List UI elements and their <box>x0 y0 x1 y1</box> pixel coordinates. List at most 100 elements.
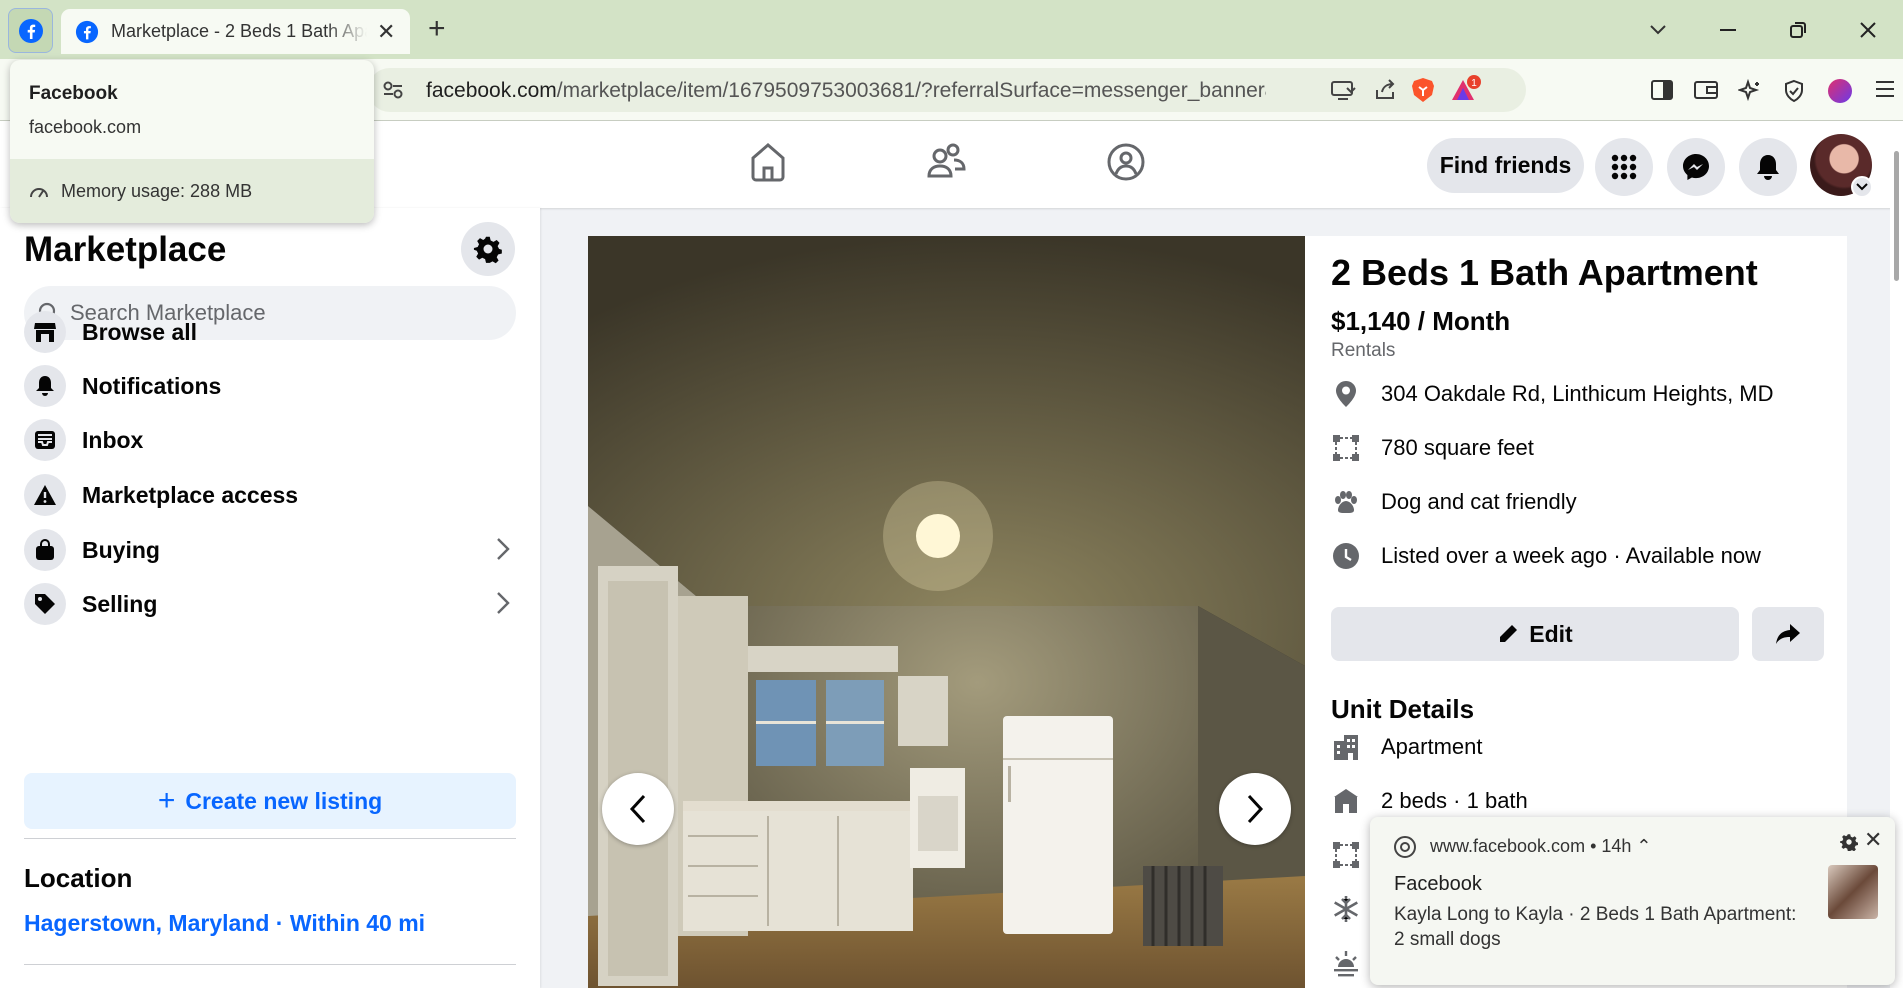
vpn-shield-icon[interactable] <box>1782 79 1806 103</box>
unit-size-row <box>1331 840 1361 870</box>
gear-icon[interactable] <box>1840 833 1858 851</box>
facebook-icon <box>75 20 99 43</box>
wallet-icon[interactable] <box>1693 79 1719 101</box>
unit-details-heading: Unit Details <box>1331 694 1475 724</box>
tab-search-icon[interactable] <box>1623 24 1693 36</box>
store-icon <box>34 323 56 342</box>
site-settings-icon[interactable] <box>382 80 404 100</box>
browser-tab-strip: Marketplace - 2 Beds 1 Bath Apartment ✕ … <box>0 0 1903 59</box>
sidebar-icon[interactable] <box>1650 79 1674 101</box>
menu-icon[interactable] <box>1874 79 1896 99</box>
sunrise-icon <box>1334 951 1358 977</box>
hover-card-domain: facebook.com <box>29 117 142 137</box>
account-menu-button[interactable] <box>1851 176 1873 198</box>
pets-row: Dog and cat friendly <box>1331 487 1577 517</box>
bell-icon <box>1757 155 1779 180</box>
gear-icon <box>473 236 502 264</box>
active-tab[interactable]: Marketplace - 2 Beds 1 Bath Apartment ✕ <box>61 9 410 54</box>
sidebar-item-browse-all[interactable]: Browse all <box>24 305 516 359</box>
memory-usage: Memory usage: 288 MB <box>10 159 374 223</box>
snowflake-icon <box>1334 896 1358 922</box>
scroll-thumb[interactable] <box>1894 151 1899 281</box>
sidebar-item-inbox[interactable]: Inbox <box>24 413 516 467</box>
chevron-left-icon <box>629 794 646 824</box>
window-controls <box>1623 10 1903 50</box>
sidebar-item-label: Buying <box>82 536 160 563</box>
bag-icon <box>36 539 54 560</box>
tab-title: Marketplace - 2 Beds 1 Bath Apartment <box>111 21 367 41</box>
chrome-icon <box>1394 836 1416 858</box>
facebook-icon <box>18 18 43 43</box>
sidebar-item-label: Marketplace access <box>82 481 299 508</box>
create-listing-button[interactable]: + Create new listing <box>24 773 516 829</box>
listing-photo[interactable] <box>588 236 1305 988</box>
sidebar-item-label: Selling <box>82 590 158 617</box>
pinned-facebook-tab[interactable] <box>8 8 53 53</box>
divider <box>24 964 516 965</box>
menu-grid-button[interactable] <box>1595 138 1653 196</box>
groups-icon[interactable] <box>1106 141 1146 183</box>
sidebar-item-marketplace-access[interactable]: Marketplace access <box>24 468 516 522</box>
listing-category[interactable]: Rentals <box>1331 340 1395 362</box>
close-window-button[interactable] <box>1833 21 1903 39</box>
location-heading: Location <box>24 863 133 893</box>
brave-rewards-icon[interactable]: 1 <box>1448 74 1482 104</box>
gauge-icon <box>30 188 48 198</box>
settings-button[interactable] <box>461 222 515 276</box>
paw-icon <box>1335 491 1357 513</box>
chevron-down-icon <box>1856 183 1868 191</box>
grid-icon <box>1611 154 1637 180</box>
profile-icon[interactable] <box>1828 79 1852 103</box>
notifications-button[interactable] <box>1739 138 1797 196</box>
messenger-button[interactable] <box>1667 138 1725 196</box>
tab-close-button[interactable]: ✕ <box>377 19 395 45</box>
sidebar-item-notifications[interactable]: Notifications <box>24 359 516 413</box>
pencil-icon <box>1500 625 1518 642</box>
leo-ai-icon[interactable] <box>1738 79 1762 103</box>
sidebar-item-label: Notifications <box>82 372 222 399</box>
messenger-icon <box>1683 154 1709 180</box>
page-title: Marketplace <box>24 230 227 269</box>
install-app-icon[interactable] <box>1330 78 1356 102</box>
clock-icon <box>1333 543 1359 569</box>
address-bar[interactable]: facebook.com/marketplace/item/1679509753… <box>368 68 1526 112</box>
divider <box>24 838 516 839</box>
tab-hover-card: Facebook facebook.com Memory usage: 288 … <box>10 60 374 223</box>
ac-row <box>1331 894 1361 924</box>
share-page-icon[interactable] <box>1373 78 1399 102</box>
tag-icon <box>35 594 55 614</box>
next-photo-button[interactable] <box>1219 773 1291 845</box>
svg-text:1: 1 <box>1471 78 1477 89</box>
close-notification-button[interactable]: ✕ <box>1864 827 1882 853</box>
chevron-right-icon <box>1247 794 1264 824</box>
location-filter-link[interactable]: Hagerstown, Maryland · Within 40 mi <box>24 910 425 937</box>
plus-icon: + <box>157 784 176 817</box>
notification-origin: www.facebook.com • 14h ⌃ <box>1430 836 1652 856</box>
sidebar-item-selling[interactable]: Selling <box>24 577 516 631</box>
beds-baths-row: 2 beds · 1 bath <box>1331 786 1528 816</box>
notification-body: Kayla Long to Kayla · 2 Beds 1 Bath Apar… <box>1394 904 1797 950</box>
sidebar-item-buying[interactable]: Buying <box>24 523 516 577</box>
find-friends-button[interactable]: Find friends <box>1427 138 1584 193</box>
listing-title: 2 Beds 1 Bath Apartment <box>1331 252 1758 293</box>
home-icon[interactable] <box>748 141 788 183</box>
sidebar-item-label: Inbox <box>82 426 144 453</box>
new-tab-button[interactable]: + <box>428 12 446 46</box>
minimize-button[interactable] <box>1693 28 1763 32</box>
address-row: 304 Oakdale Rd, Linthicum Heights, MD <box>1331 379 1774 409</box>
friends-icon[interactable] <box>926 141 966 183</box>
previous-photo-button[interactable] <box>602 773 674 845</box>
browser-notification[interactable]: www.facebook.com • 14h ⌃ ✕ Facebook Kayl… <box>1370 817 1895 985</box>
size-row: 780 square feet <box>1331 433 1534 463</box>
listing-price: $1,140 / Month <box>1331 306 1511 336</box>
sidebar-item-label: Browse all <box>82 318 198 345</box>
bed-icon <box>1334 789 1358 813</box>
share-button[interactable] <box>1752 607 1824 661</box>
share-arrow-icon <box>1776 624 1800 644</box>
unit-type-row: Apartment <box>1331 732 1483 762</box>
brave-shields-icon[interactable] <box>1410 76 1436 104</box>
url-text[interactable]: facebook.com/marketplace/item/1679509753… <box>426 79 1266 103</box>
edit-button[interactable]: Edit <box>1331 607 1739 661</box>
marketplace-sidebar: Marketplace Browse all Notifications Inb… <box>0 208 540 988</box>
restore-button[interactable] <box>1763 21 1833 39</box>
